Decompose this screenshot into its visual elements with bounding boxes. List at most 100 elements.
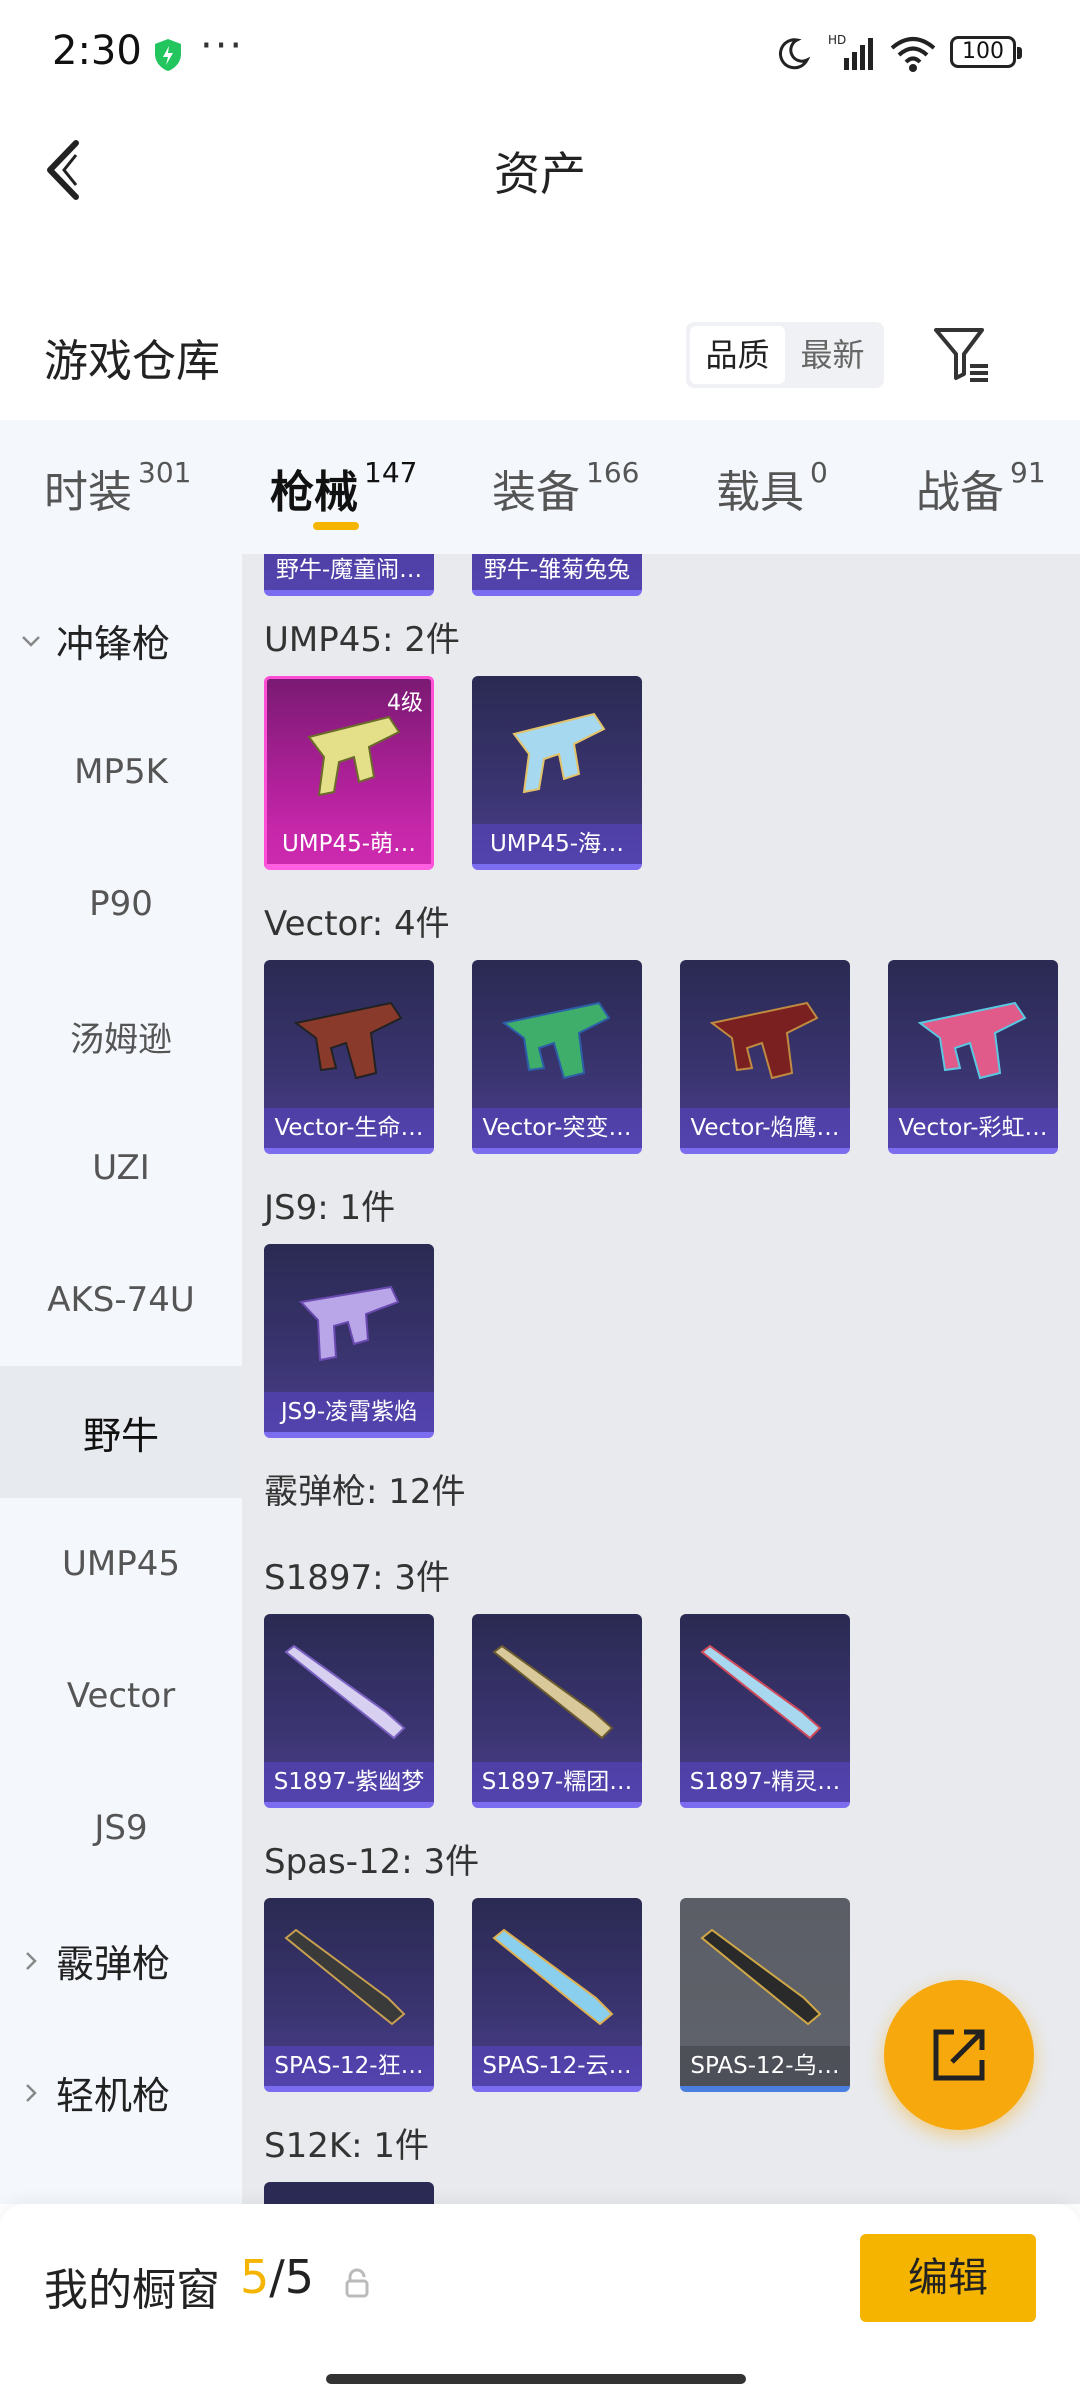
- smg-skin-icon: [709, 1001, 819, 1080]
- sidebar-item-label: UZI: [92, 1148, 150, 1188]
- skin-card[interactable]: UMP45-海…: [472, 676, 642, 870]
- tab-label: 时装: [44, 467, 132, 518]
- sidebar-group-smg[interactable]: 冲锋枪: [0, 574, 242, 706]
- category-tabs: 时装 301 枪械 147 装备 166 载具 0 战备 91: [0, 420, 1080, 554]
- skin-card-label: JS9-凌霄紫焰: [264, 1392, 434, 1432]
- sidebar-item-vector[interactable]: Vector: [0, 1630, 242, 1762]
- sidebar-group-lmg[interactable]: 轻机枪: [0, 2026, 242, 2158]
- sidebar-item-label: AKS-74U: [47, 1280, 195, 1320]
- sort-newest-option[interactable]: 最新: [785, 326, 880, 384]
- moon-icon: [778, 38, 811, 70]
- sidebar-item-bizon[interactable]: 野牛: [0, 1366, 242, 1498]
- smg-skin-icon: [917, 1001, 1027, 1080]
- sidebar-item-label: Vector: [66, 1676, 176, 1716]
- tab-count: 166: [586, 456, 640, 489]
- skin-card[interactable]: JS9-凌霄紫焰: [264, 1244, 434, 1438]
- tab-label: 装备: [492, 467, 580, 518]
- smg-skin-icon: [298, 1285, 400, 1362]
- showcase-count-current: 5: [240, 2250, 270, 2304]
- skin-card-label: Vector-焰鹰…: [680, 1108, 850, 1148]
- share-fab-button[interactable]: [884, 1980, 1034, 2130]
- chevron-right-icon: [26, 1952, 37, 1970]
- skin-grid-panel: 野牛-魔童闹… 野牛-雏菊兔兔 UMP45: 2件 4级 UMP45-萌… UM…: [242, 554, 1080, 2204]
- showcase-count: 5/5: [240, 2250, 314, 2304]
- sidebar-item-label: 野牛: [82, 1413, 159, 1458]
- sort-quality-option[interactable]: 品质: [690, 326, 785, 384]
- skin-card-label: S1897-糯团…: [472, 1762, 642, 1802]
- sidebar-item-label: 轻机枪: [56, 2073, 171, 2118]
- skin-card-label: SPAS-12-狂…: [264, 2046, 434, 2086]
- shotgun-skin-icon: [284, 1928, 406, 2026]
- tab-count: 91: [1010, 456, 1046, 489]
- smg-skin-icon: [512, 712, 606, 794]
- sidebar-item-mp5k[interactable]: MP5K: [0, 706, 242, 838]
- page-title: 资产: [494, 147, 586, 201]
- smg-skin-icon: [293, 1001, 403, 1080]
- tab-label: 载具: [716, 467, 804, 518]
- skin-card[interactable]: 野牛-魔童闹…: [264, 554, 434, 596]
- shotgun-skin-icon: [492, 1928, 614, 2026]
- skin-card[interactable]: 野牛-雏菊兔兔: [472, 554, 642, 596]
- sidebar-item-label: P90: [89, 884, 153, 924]
- shotgun-skin-icon: [492, 1644, 614, 1740]
- group-label-shotgun: 霰弹枪: 12件: [264, 1472, 466, 1512]
- tab-firearms[interactable]: 枪械 147: [270, 456, 417, 520]
- skin-card-label: Vector-生命…: [264, 1108, 434, 1148]
- sidebar-group-shotgun[interactable]: 霰弹枪: [0, 1894, 242, 2026]
- filter-icon[interactable]: [930, 322, 992, 384]
- tab-label: 枪械: [270, 467, 358, 518]
- sidebar-item-label: UMP45: [62, 1544, 180, 1584]
- lock-icon: [345, 2268, 369, 2298]
- tab-label: 战备: [916, 467, 1004, 518]
- skin-card[interactable]: SPAS-12-乌…: [680, 1898, 850, 2092]
- skin-card[interactable]: Vector-生命…: [264, 960, 434, 1154]
- more-dots-icon: ···: [200, 23, 245, 69]
- skin-card[interactable]: S1897-精灵…: [680, 1614, 850, 1808]
- group-label-s1897: S1897: 3件: [264, 1558, 451, 1598]
- battery-indicator: 100: [950, 36, 1022, 68]
- sidebar-item-p90[interactable]: P90: [0, 838, 242, 970]
- sidebar-item-label: 汤姆逊: [70, 1019, 172, 1060]
- warehouse-title: 游戏仓库: [44, 336, 220, 387]
- tab-count: 0: [810, 456, 828, 489]
- tab-supplies[interactable]: 战备 91: [916, 456, 1046, 520]
- group-label-js9: JS9: 1件: [264, 1188, 396, 1228]
- sidebar-item-label: MP5K: [74, 752, 168, 792]
- edit-button[interactable]: 编辑: [860, 2234, 1036, 2322]
- skin-card-label: UMP45-海…: [472, 824, 642, 864]
- skin-card[interactable]: Vector-突变…: [472, 960, 642, 1154]
- shotgun-skin-icon: [284, 1644, 406, 1740]
- status-bar: 2:30 ··· HD 100: [0, 0, 1080, 110]
- skin-card[interactable]: Vector-焰鹰…: [680, 960, 850, 1154]
- showcase-count-total: /5: [269, 2250, 315, 2304]
- skin-card-label: S1897-精灵…: [680, 1762, 850, 1802]
- sort-toggle: 品质 最新: [686, 322, 884, 388]
- skin-card[interactable]: S1897-紫幽梦: [264, 1614, 434, 1808]
- skin-card-label: SPAS-12-云…: [472, 2046, 642, 2086]
- skin-card-label: 野牛-魔童闹…: [264, 554, 434, 590]
- tab-equipment[interactable]: 装备 166: [492, 456, 639, 520]
- sidebar-group-pistol[interactable]: 手枪: [0, 2158, 242, 2204]
- sidebar-item-ump45[interactable]: UMP45: [0, 1498, 242, 1630]
- skin-card[interactable]: [264, 2182, 434, 2204]
- skin-card[interactable]: Vector-彩虹…: [888, 960, 1058, 1154]
- active-tab-indicator: [313, 522, 359, 530]
- sidebar-item-uzi[interactable]: UZI: [0, 1102, 242, 1234]
- network-label: HD: [828, 33, 846, 47]
- skin-card[interactable]: SPAS-12-云…: [472, 1898, 642, 2092]
- tab-vehicles[interactable]: 载具 0: [716, 456, 828, 520]
- group-label-ump45: UMP45: 2件: [264, 620, 460, 660]
- skin-card[interactable]: S1897-糯团…: [472, 1614, 642, 1808]
- sidebar-item-thompson[interactable]: 汤姆逊: [0, 970, 242, 1102]
- skin-card-label: 野牛-雏菊兔兔: [472, 554, 642, 590]
- tab-fashion[interactable]: 时装 301: [44, 456, 191, 520]
- share-external-icon: [933, 2029, 985, 2081]
- skin-card[interactable]: SPAS-12-狂…: [264, 1898, 434, 2092]
- chevron-right-icon: [26, 2084, 37, 2102]
- signal-icon: HD: [828, 33, 873, 70]
- sidebar-item-js9[interactable]: JS9: [0, 1762, 242, 1894]
- sidebar-item-aks74u[interactable]: AKS-74U: [0, 1234, 242, 1366]
- skin-card[interactable]: 4级 UMP45-萌…: [264, 676, 434, 870]
- smg-skin-icon: [501, 1001, 611, 1080]
- showcase-bar: 我的橱窗 5/5 编辑: [0, 2204, 1080, 2400]
